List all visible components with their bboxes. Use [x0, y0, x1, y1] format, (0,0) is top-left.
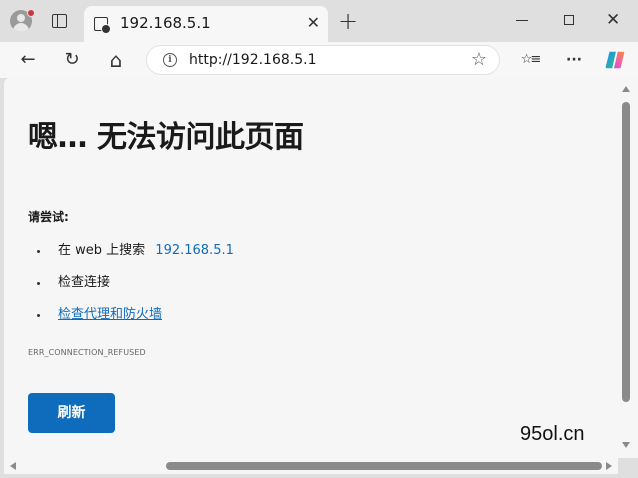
vertical-tabs-icon[interactable]: [52, 14, 67, 28]
favorite-star-icon[interactable]: ☆: [471, 50, 487, 70]
refresh-button[interactable]: 刷新: [28, 393, 115, 433]
suggestion-text: 在 web 上搜索: [58, 243, 146, 258]
tab-close-icon[interactable]: ✕: [307, 14, 320, 32]
site-info-icon[interactable]: i: [163, 53, 177, 67]
more-options-icon[interactable]: ···: [562, 48, 586, 72]
address-url[interactable]: http://192.168.5.1: [189, 52, 317, 68]
page-content: 嗯… 无法访问此页面 请尝试: 在 web 上搜索 192.168.5.1 检查…: [4, 78, 618, 458]
search-web-link[interactable]: 192.168.5.1: [155, 243, 234, 258]
scroll-down-arrow[interactable]: [622, 442, 630, 448]
avatar-head: [17, 14, 25, 22]
vertical-scroll-thumb[interactable]: [622, 102, 630, 402]
refresh-icon[interactable]: ↻: [60, 48, 84, 72]
new-tab-button[interactable]: +: [338, 9, 358, 33]
page-error-icon: [94, 17, 111, 34]
bullet: [37, 250, 40, 253]
error-heading: 嗯… 无法访问此页面: [28, 120, 304, 155]
profile-notification-badge: [27, 9, 35, 17]
address-bar[interactable]: i http://192.168.5.1 ☆: [146, 45, 500, 75]
list-item: 在 web 上搜索 192.168.5.1: [28, 242, 588, 274]
tab-title: 192.168.5.1: [120, 14, 211, 32]
horizontal-scrollbar[interactable]: [4, 458, 618, 474]
window-close-button[interactable]: ✕: [606, 10, 620, 30]
copilot-icon[interactable]: [604, 49, 626, 71]
bullet: [37, 282, 40, 285]
home-icon[interactable]: ⌂: [104, 48, 128, 72]
scroll-up-arrow[interactable]: [622, 86, 630, 92]
back-button[interactable]: ←: [16, 48, 40, 72]
try-label: 请尝试:: [28, 210, 69, 224]
favorites-icon[interactable]: ☆≡: [518, 48, 542, 72]
error-code: ERR_CONNECTION_REFUSED: [28, 348, 146, 357]
browser-toolbar: ← ↻ ⌂ i http://192.168.5.1 ☆ ☆≡ ···: [0, 42, 638, 78]
watermark: 95ol.cn: [520, 423, 585, 445]
title-bar: 192.168.5.1 ✕ + ✕: [0, 0, 638, 42]
vertical-scrollbar[interactable]: [618, 78, 638, 458]
suggestion-text: 检查连接: [58, 275, 111, 290]
minimize-button[interactable]: [516, 20, 528, 21]
check-proxy-firewall-link[interactable]: 检查代理和防火墙: [58, 307, 162, 322]
bullet: [37, 314, 40, 317]
maximize-button[interactable]: [564, 15, 574, 25]
scroll-right-arrow[interactable]: [606, 462, 612, 470]
list-item: 检查代理和防火墙: [28, 306, 588, 338]
active-tab[interactable]: 192.168.5.1 ✕: [84, 6, 328, 42]
list-item: 检查连接: [28, 274, 588, 306]
horizontal-scroll-thumb[interactable]: [166, 462, 602, 470]
avatar-body: [13, 23, 29, 32]
suggestion-list: 在 web 上搜索 192.168.5.1 检查连接 检查代理和防火墙: [28, 242, 588, 338]
scroll-left-arrow[interactable]: [10, 462, 16, 470]
